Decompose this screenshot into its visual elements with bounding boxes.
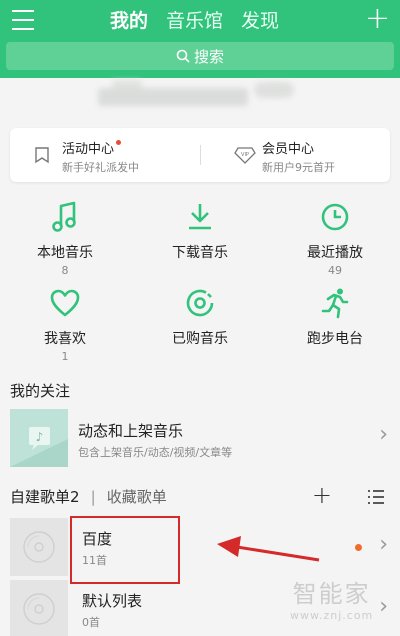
top-bar: 我的 音乐馆 发现 + 搜索 (0, 0, 400, 78)
watermark-url: www.znj.com (290, 609, 374, 622)
tab-self-playlists[interactable]: 自建歌单2 (10, 488, 80, 506)
grid-label: 跑步电台 (307, 331, 363, 347)
playlist-count: 0首 (82, 616, 100, 629)
heart-icon (50, 289, 80, 317)
my-favorites[interactable]: 我喜欢 1 (10, 286, 120, 363)
search-icon (176, 49, 190, 63)
grid-count: 49 (328, 264, 342, 277)
chevron-right-icon: › (379, 422, 388, 447)
menu-icon[interactable] (12, 10, 34, 30)
download-icon (189, 204, 211, 230)
follow-thumbnail: ♪ (10, 409, 68, 467)
tab-discover[interactable]: 发现 (241, 8, 279, 34)
purchased-disc-icon (186, 289, 214, 317)
search-bar[interactable]: 搜索 (6, 42, 394, 70)
annotation-arrow (217, 536, 320, 562)
bookmark-icon (35, 147, 49, 164)
update-dot (355, 544, 362, 551)
playlist-header: 自建歌单2 | 收藏歌单 + (10, 481, 390, 509)
vip-diamond-icon: VIP (234, 147, 256, 164)
tab-separator: | (90, 488, 96, 506)
activity-center[interactable]: 活动中心 新手好礼派发中 (34, 128, 194, 182)
promo-card: 活动中心 新手好礼派发中 VIP 会员中心 新用户9元首开 (10, 128, 390, 182)
chevron-right-icon: › (379, 594, 388, 619)
purchased-music[interactable]: 已购音乐 (145, 286, 255, 350)
search-placeholder: 搜索 (193, 47, 224, 66)
vip-center-subtitle: 新用户9元首开 (262, 161, 335, 174)
playlist-row[interactable]: 百度 11首 › (0, 518, 400, 578)
grid-label: 我喜欢 (44, 331, 86, 347)
watermark: 智能家 www.znj.com (290, 574, 373, 622)
activity-center-title: 活动中心 (62, 138, 122, 157)
clock-icon (321, 203, 349, 231)
disc-icon (23, 593, 55, 625)
running-radio[interactable]: 跑步电台 (280, 286, 390, 350)
tab-mine[interactable]: 我的 (110, 8, 148, 34)
running-icon (321, 288, 349, 319)
svg-text:♪: ♪ (36, 430, 44, 444)
svg-text:VIP: VIP (241, 152, 249, 158)
highlight-box (70, 516, 180, 584)
new-dot (116, 140, 122, 145)
disc-icon (23, 531, 55, 563)
grid-label: 本地音乐 (37, 245, 93, 261)
profile-strip[interactable] (0, 78, 400, 122)
watermark-text: 智能家 (292, 580, 371, 608)
divider (200, 145, 201, 165)
chevron-right-icon: › (379, 532, 388, 557)
download-music[interactable]: 下载音乐 (145, 200, 255, 264)
playlist-name: 默认列表 (82, 592, 143, 610)
add-button[interactable]: + (365, 4, 390, 34)
local-music[interactable]: 本地音乐 8 (10, 200, 120, 277)
tab-music-hall[interactable]: 音乐馆 (166, 8, 223, 34)
vip-center-title: 会员中心 (262, 142, 315, 157)
playlist-cover (10, 518, 68, 576)
recent-played[interactable]: 最近播放 49 (280, 200, 390, 277)
playlist-cover (10, 580, 68, 636)
grid-label: 下载音乐 (172, 245, 228, 261)
grid-count: 8 (61, 264, 69, 277)
follow-item[interactable]: ♪ 动态和上架音乐 包含上架音乐/动态/视频/文章等 › (0, 406, 400, 468)
music-bubble-icon: ♪ (10, 409, 68, 467)
vip-center[interactable]: VIP 会员中心 新用户9元首开 (234, 128, 384, 182)
follow-title: 动态和上架音乐 (78, 422, 184, 440)
music-note-icon (52, 201, 76, 232)
add-playlist-button[interactable]: + (312, 481, 332, 509)
section-title-follow: 我的关注 (10, 382, 71, 400)
main-tabs: 我的 音乐馆 发现 (110, 8, 279, 34)
activity-center-subtitle: 新手好礼派发中 (62, 161, 139, 174)
grid-label: 已购音乐 (172, 331, 228, 347)
grid-count: 1 (61, 350, 69, 363)
tab-collected-playlists[interactable]: 收藏歌单 (107, 488, 167, 506)
list-manage-icon[interactable] (366, 488, 386, 506)
grid-label: 最近播放 (307, 245, 363, 261)
follow-subtitle: 包含上架音乐/动态/视频/文章等 (78, 446, 233, 459)
